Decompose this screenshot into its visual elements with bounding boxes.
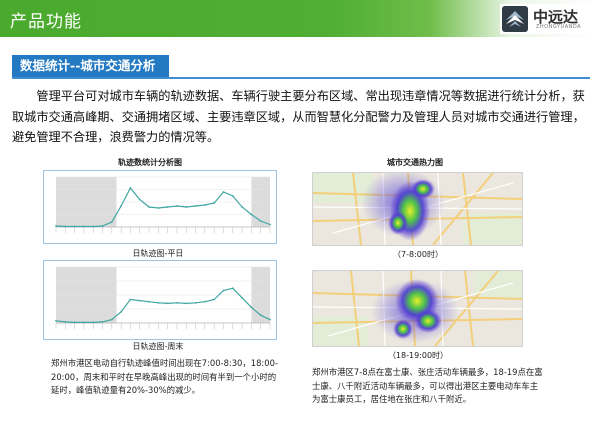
data-point-8 (129, 298, 132, 301)
data-point-4 (92, 225, 95, 228)
logo-subtext: ZHONGYUANDA (536, 24, 582, 30)
data-point-23 (269, 223, 271, 226)
data-point-12 (166, 302, 169, 305)
data-point-23 (269, 318, 271, 321)
data-point-5 (101, 320, 104, 323)
data-point-14 (185, 302, 188, 305)
data-point-11 (157, 207, 160, 209)
data-point-10 (148, 300, 150, 303)
data-point-12 (166, 206, 169, 208)
data-point-15 (194, 205, 197, 207)
data-point-3 (83, 225, 85, 228)
data-point-6 (110, 318, 113, 321)
data-point-13 (176, 205, 178, 207)
data-point-2 (73, 321, 76, 324)
data-point-21 (250, 306, 253, 309)
data-point-0 (55, 225, 57, 227)
company-logo: 中远达 ZHONGYUANDA (500, 4, 594, 34)
data-point-15 (194, 301, 197, 304)
header-bar: 产品功能 中远达 ZHONGYUANDA (0, 0, 597, 37)
logo-mark-icon (502, 6, 528, 32)
weekend-chart-caption: 日轨迹图-周末 (132, 342, 184, 351)
section-heading: 数据统计--城市交通分析 (12, 55, 169, 77)
weekend-chart-svg (55, 266, 271, 329)
data-point-2 (73, 225, 76, 228)
data-point-22 (259, 220, 262, 222)
trajectory-chart-title: 轨迹数统计分析图 (118, 158, 182, 167)
weekday-trajectory-chart (43, 170, 277, 244)
data-point-14 (185, 206, 188, 208)
heatmap-evening (312, 270, 523, 347)
data-point-17 (213, 298, 216, 301)
data-point-16 (203, 300, 206, 303)
heatmap-note: 郑州市港区7-8点在富士康、张庄活动车辆最多，18-19点在富士康、八千附近活动… (312, 367, 543, 404)
data-point-7 (120, 205, 123, 207)
data-point-19 (231, 287, 234, 290)
data-point-7 (120, 310, 123, 313)
data-point-20 (241, 206, 243, 208)
heatmap-title: 城市交通热力图 (387, 158, 443, 167)
weekend-trajectory-chart (43, 260, 277, 340)
heatmap-evening-image (313, 271, 522, 346)
data-point-1 (64, 320, 67, 323)
data-point-22 (259, 314, 262, 317)
data-point-17 (213, 202, 216, 204)
data-point-16 (203, 204, 206, 206)
data-point-18 (222, 289, 225, 292)
heatmap-evening-caption: （18-19:00时） (387, 351, 449, 360)
data-point-3 (83, 321, 85, 324)
page-title: 产品功能 (10, 12, 82, 32)
data-point-21 (250, 213, 253, 216)
data-point-20 (241, 296, 243, 299)
data-point-9 (138, 198, 141, 201)
weekday-chart-svg (55, 176, 271, 233)
data-point-0 (55, 319, 57, 322)
data-point-10 (148, 206, 150, 208)
heatmap-morning (312, 172, 523, 246)
data-point-18 (222, 191, 225, 193)
weekday-chart-caption: 日轨迹图-平日 (132, 249, 184, 258)
heatmap-morning-image (313, 173, 522, 245)
data-point-13 (176, 301, 178, 304)
data-point-6 (110, 221, 113, 223)
data-point-5 (101, 225, 104, 227)
heatmap-morning-caption: （7-8:00时） (393, 250, 443, 259)
trajectory-note: 郑州市港区电动自行轨迹峰值时间出现在7:00-8:30，18:00-20:00，… (51, 358, 278, 395)
intro-paragraph: 管理平台可对城市车辆的轨迹数据、车辆行驶主要分布区域、常出现违章情况等数据进行统… (12, 89, 585, 144)
data-point-1 (64, 225, 67, 228)
data-point-19 (231, 195, 234, 197)
data-point-11 (157, 301, 160, 304)
section-heading-bar: 数据统计--城市交通分析 (12, 55, 590, 79)
data-point-4 (92, 321, 95, 324)
data-point-9 (138, 299, 141, 302)
data-point-8 (129, 187, 132, 189)
